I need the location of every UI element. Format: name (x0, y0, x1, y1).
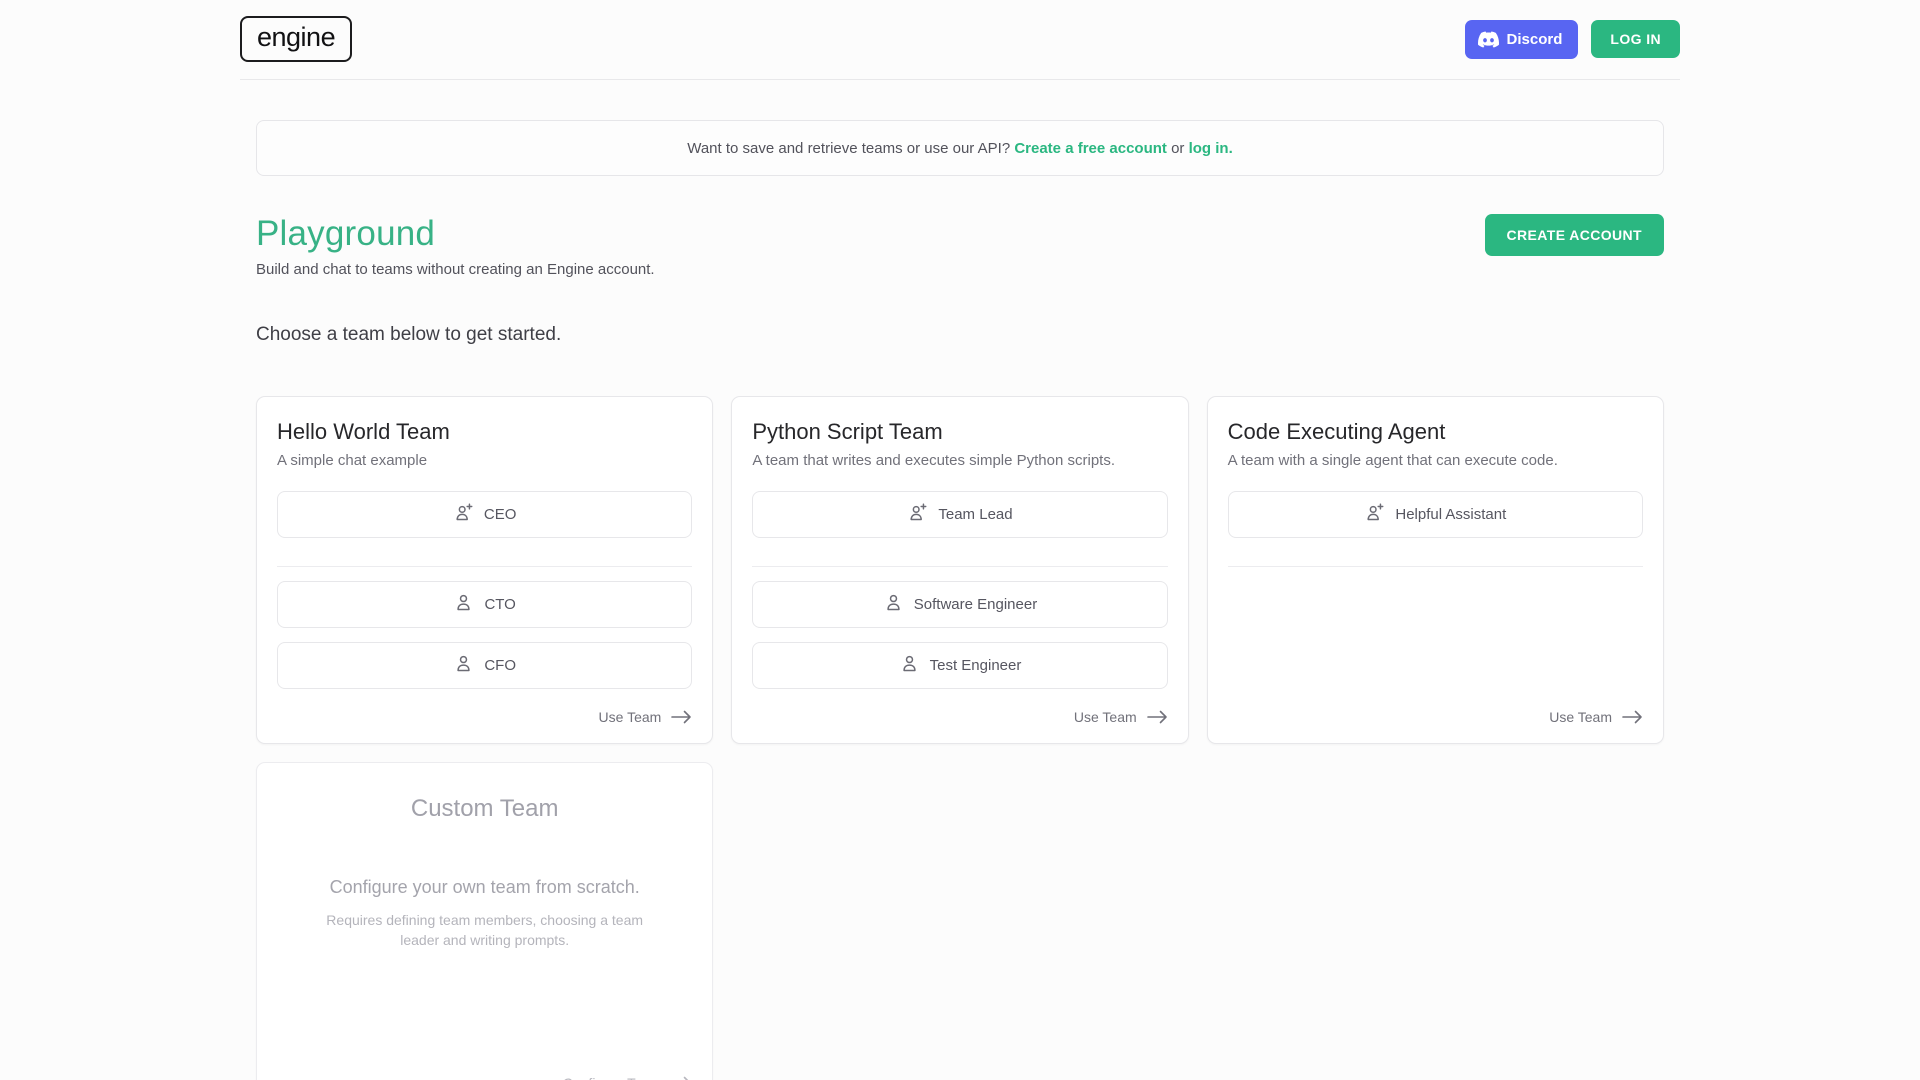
team-member-label: CFO (484, 657, 516, 674)
team-leader-button[interactable]: Team Lead (752, 491, 1167, 538)
team-member-button[interactable]: CFO (277, 642, 692, 689)
user-plus-icon (453, 502, 474, 527)
custom-team-headline: Configure your own team from scratch. (312, 877, 657, 898)
arrow-right-icon (1621, 709, 1643, 725)
team-member-button[interactable]: Test Engineer (752, 642, 1167, 689)
card-footer: Use Team (277, 693, 692, 725)
team-name: Hello World Team (277, 419, 692, 445)
user-icon (453, 653, 474, 678)
team-name: Code Executing Agent (1228, 419, 1643, 445)
custom-team-title: Custom Team (411, 795, 559, 823)
member-list: Helpful Assistant (1228, 491, 1643, 581)
user-plus-icon (1364, 502, 1385, 527)
banner-or-text: or (1167, 140, 1189, 157)
team-member-label: CTO (484, 596, 515, 613)
use-team-label: Use Team (1074, 709, 1137, 725)
arrow-right-icon (670, 1075, 692, 1080)
custom-team-note: Requires defining team members, choosing… (312, 910, 657, 951)
create-free-account-link[interactable]: Create a free account (1014, 140, 1167, 157)
banner-text: Want to save and retrieve teams or use o… (687, 140, 1014, 157)
user-icon (899, 653, 920, 678)
team-leader-label: Team Lead (938, 506, 1012, 523)
header: engine Discord LOG IN (240, 0, 1680, 80)
intro-text: Choose a team below to get started. (256, 324, 1664, 346)
team-leader-button[interactable]: CEO (277, 491, 692, 538)
team-description: A team with a single agent that can exec… (1228, 452, 1643, 469)
team-name: Python Script Team (752, 419, 1167, 445)
use-team-label: Use Team (599, 709, 662, 725)
leader-divider (277, 566, 692, 567)
custom-team-card[interactable]: Custom Team Configure your own team from… (256, 762, 713, 1080)
team-description: A simple chat example (277, 452, 692, 469)
user-plus-icon (907, 502, 928, 527)
configure-team-label: Configure Team (563, 1075, 662, 1080)
use-team-link[interactable]: Use Team (1074, 709, 1168, 725)
discord-button[interactable]: Discord (1465, 20, 1579, 59)
team-card-code-executing-agent: Code Executing Agent A team with a singl… (1207, 396, 1664, 744)
header-actions: Discord LOG IN (1465, 20, 1680, 59)
create-account-button[interactable]: CREATE ACCOUNT (1485, 214, 1664, 256)
banner-login-link[interactable]: log in. (1189, 140, 1233, 157)
team-leader-label: Helpful Assistant (1395, 506, 1506, 523)
team-description: A team that writes and executes simple P… (752, 452, 1167, 469)
configure-team-link[interactable]: Configure Team (563, 1075, 693, 1080)
team-member-label: Test Engineer (930, 657, 1022, 674)
team-member-button[interactable]: CTO (277, 581, 692, 628)
leader-divider (752, 566, 1167, 567)
discord-button-label: Discord (1507, 31, 1563, 48)
main-content: Want to save and retrieve teams or use o… (240, 120, 1680, 1080)
card-footer: Use Team (752, 693, 1167, 725)
account-banner: Want to save and retrieve teams or use o… (256, 120, 1664, 176)
user-icon (453, 592, 474, 617)
card-footer: Use Team (1228, 693, 1643, 725)
page-container: engine Discord LOG IN Want to save and r… (240, 0, 1680, 1080)
team-member-label: Software Engineer (914, 596, 1037, 613)
hero-text: Playground Build and chat to teams witho… (256, 214, 655, 278)
user-icon (883, 592, 904, 617)
engine-logo[interactable]: engine (240, 16, 352, 62)
team-card-hello-world: Hello World Team A simple chat example C… (256, 396, 713, 744)
member-list: CEO CTO CFO (277, 491, 692, 689)
login-button[interactable]: LOG IN (1591, 20, 1680, 58)
member-list: Team Lead Software Engineer Test Enginee… (752, 491, 1167, 689)
card-footer: Configure Team (277, 1059, 692, 1080)
discord-icon (1478, 29, 1499, 50)
custom-team-body: Configure your own team from scratch. Re… (312, 877, 657, 951)
use-team-link[interactable]: Use Team (599, 709, 693, 725)
hero-section: Playground Build and chat to teams witho… (256, 214, 1664, 278)
team-leader-button[interactable]: Helpful Assistant (1228, 491, 1643, 538)
page-subtitle: Build and chat to teams without creating… (256, 261, 655, 278)
leader-divider (1228, 566, 1643, 567)
arrow-right-icon (670, 709, 692, 725)
team-leader-label: CEO (484, 506, 517, 523)
page-title: Playground (256, 214, 655, 254)
use-team-link[interactable]: Use Team (1549, 709, 1643, 725)
team-card-python-script: Python Script Team A team that writes an… (731, 396, 1188, 744)
teams-grid: Hello World Team A simple chat example C… (256, 396, 1664, 1080)
team-member-button[interactable]: Software Engineer (752, 581, 1167, 628)
arrow-right-icon (1146, 709, 1168, 725)
use-team-label: Use Team (1549, 709, 1612, 725)
